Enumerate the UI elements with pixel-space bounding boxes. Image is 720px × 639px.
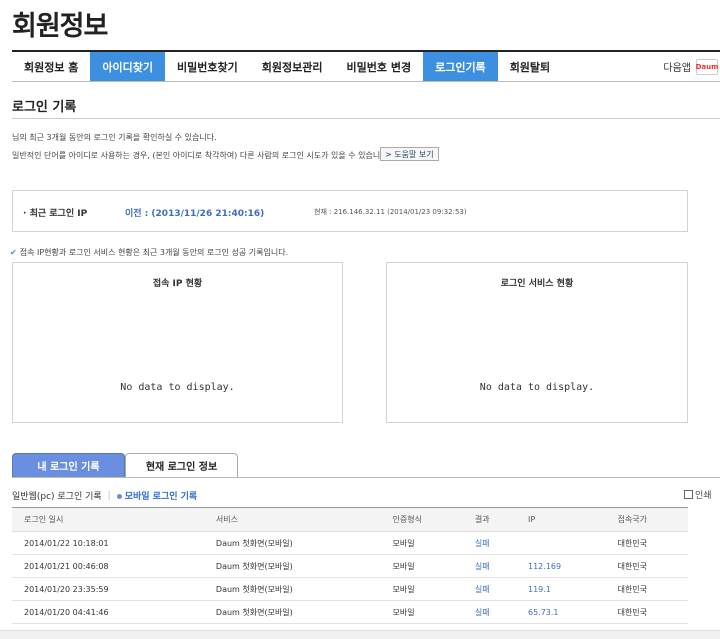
cell-ip: 65.73.1 — [515, 600, 606, 624]
table-row: 2014/01/22 10:18:01 Daum 첫화면(모바일) 모바일 실패… — [12, 531, 688, 555]
cell-country: 대한민국 — [605, 577, 688, 601]
ip-status-panel: 접속 IP 현황 No data to display. — [12, 262, 343, 423]
section-title: 로그인 기록 — [12, 100, 77, 115]
pc-login-history-label[interactable]: 일반웹(pc) 로그인 기록 — [12, 489, 102, 502]
description-line-1: 님의 최근 3개월 동안의 로그인 기록을 확인하실 수 있습니다. — [12, 133, 217, 142]
cell-result[interactable]: 실패 — [462, 577, 516, 601]
service-status-panel: 로그인 서비스 현황 No data to display. — [386, 262, 688, 423]
cell-result[interactable]: 실패 — [462, 531, 516, 555]
page-title: 회원정보 — [12, 11, 108, 42]
cell-country: 대한민국 — [605, 554, 688, 578]
mobile-login-history-link[interactable]: 모바일 로그인 기록 — [116, 489, 197, 502]
login-history-table: 로그인 일시 서비스 인증형식 결과 IP 접속국가 2014/01/22 10… — [12, 507, 688, 639]
cell-service: Daum 첫화면(모바일) — [203, 600, 381, 624]
header-ip: IP — [515, 507, 606, 532]
cell-service: Daum 첫화면(모바일) — [203, 554, 381, 578]
current-login-info: 현재 : 216.146.32.11 (2014/01/23 09:32:53) — [314, 208, 467, 216]
main-tab-bar: 회원정보 홈 아이디찾기 비밀번호찾기 회원정보관리 비밀번호 변경 로그인기록… — [12, 50, 720, 82]
cell-result[interactable]: 실패 — [462, 600, 516, 624]
daum-app-label: 다음앱 — [663, 63, 691, 74]
bullet-icon — [116, 494, 122, 499]
cell-service: Daum 첫화면(모바일) — [203, 577, 381, 601]
print-icon — [684, 490, 693, 499]
table-row: 2014/01/20 23:35:59 Daum 첫화면(모바일) 모바일 실패… — [12, 577, 688, 601]
cell-country: 대한민국 — [605, 531, 688, 555]
tab-my-login-history[interactable]: 내 로그인 기록 — [12, 453, 125, 477]
cell-country: 대한민국 — [605, 600, 688, 624]
table-header-row: 로그인 일시 서비스 인증형식 결과 IP 접속국가 — [12, 507, 688, 532]
tab-change-password[interactable]: 비밀번호 변경 — [335, 52, 424, 81]
print-button[interactable]: 인쇄 — [684, 488, 712, 501]
header-country: 접속국가 — [605, 507, 688, 532]
cell-time: 2014/01/20 23:35:59 — [12, 577, 204, 601]
recent-login-ip-label: · 최근 로그인 IP — [23, 209, 88, 219]
filter-separator: | — [107, 490, 111, 501]
section-divider — [12, 118, 720, 119]
previous-login-info: 이전 : (2013/11/26 21:40:16) — [125, 209, 265, 219]
tab-withdraw[interactable]: 회원탈퇴 — [498, 52, 562, 81]
daum-logo-icon: Daum — [696, 58, 718, 75]
cell-auth: 모바일 — [380, 600, 463, 624]
ip-status-title: 접속 IP 현황 — [152, 279, 203, 289]
tab-find-password[interactable]: 비밀번호찾기 — [165, 52, 250, 81]
header-auth-type: 인증형식 — [380, 507, 463, 532]
tab-member-home[interactable]: 회원정보 홈 — [12, 52, 90, 81]
cell-result[interactable]: 실패 — [462, 554, 516, 578]
login-subtabs: 내 로그인 기록 현재 로그인 정보 — [12, 453, 238, 477]
tab-member-management[interactable]: 회원정보관리 — [250, 52, 335, 81]
log-filter: 일반웹(pc) 로그인 기록 | 모바일 로그인 기록 — [12, 489, 197, 503]
tab-find-id[interactable]: 아이디찾기 — [90, 52, 166, 81]
cell-auth: 모바일 — [380, 554, 463, 578]
cell-auth: 모바일 — [380, 577, 463, 601]
cell-ip: 112.169 — [515, 554, 606, 578]
cell-time: 2014/01/22 10:18:01 — [12, 531, 204, 555]
table-row: 2014/01/20 04:41:46 Daum 첫화면(모바일) 모바일 실패… — [12, 600, 688, 624]
cell-time: 2014/01/20 04:41:46 — [12, 600, 204, 624]
cell-time: 2014/01/21 00:46:08 — [12, 554, 204, 578]
status-bar — [0, 630, 720, 639]
cell-ip: 119.1 — [515, 577, 606, 601]
tab-login-history[interactable]: 로그인기록 — [423, 52, 498, 81]
header-result: 결과 — [462, 507, 516, 532]
header-login-time: 로그인 일시 — [12, 507, 204, 532]
recent-login-ip-box: · 최근 로그인 IP 이전 : (2013/11/26 21:40:16) 현… — [12, 190, 688, 232]
help-button[interactable]: > 도움말 보기 — [380, 147, 439, 161]
cell-service: Daum 첫화면(모바일) — [203, 531, 381, 555]
cell-ip — [515, 531, 606, 555]
tab-current-login-info[interactable]: 현재 로그인 정보 — [125, 453, 238, 477]
cell-auth: 모바일 — [380, 531, 463, 555]
check-icon: ✔ — [10, 248, 17, 257]
service-status-empty: No data to display. — [479, 382, 595, 393]
info-note: ✔ 접속 IP현황과 로그인 서비스 현황은 최근 3개월 동안의 로그인 성공 … — [10, 248, 289, 257]
description-line-2: 일반적인 단어를 아이디로 사용하는 경우, (본인 아이디로 착각하여) 다른… — [12, 151, 391, 160]
header-service: 서비스 — [203, 507, 381, 532]
service-status-title: 로그인 서비스 현황 — [500, 279, 574, 289]
table-row: 2014/01/21 00:46:08 Daum 첫화면(모바일) 모바일 실패… — [12, 554, 688, 578]
daum-app-link[interactable]: 다음앱 Daum — [663, 52, 720, 81]
ip-status-empty: No data to display. — [120, 382, 235, 393]
subtab-divider — [12, 477, 720, 478]
